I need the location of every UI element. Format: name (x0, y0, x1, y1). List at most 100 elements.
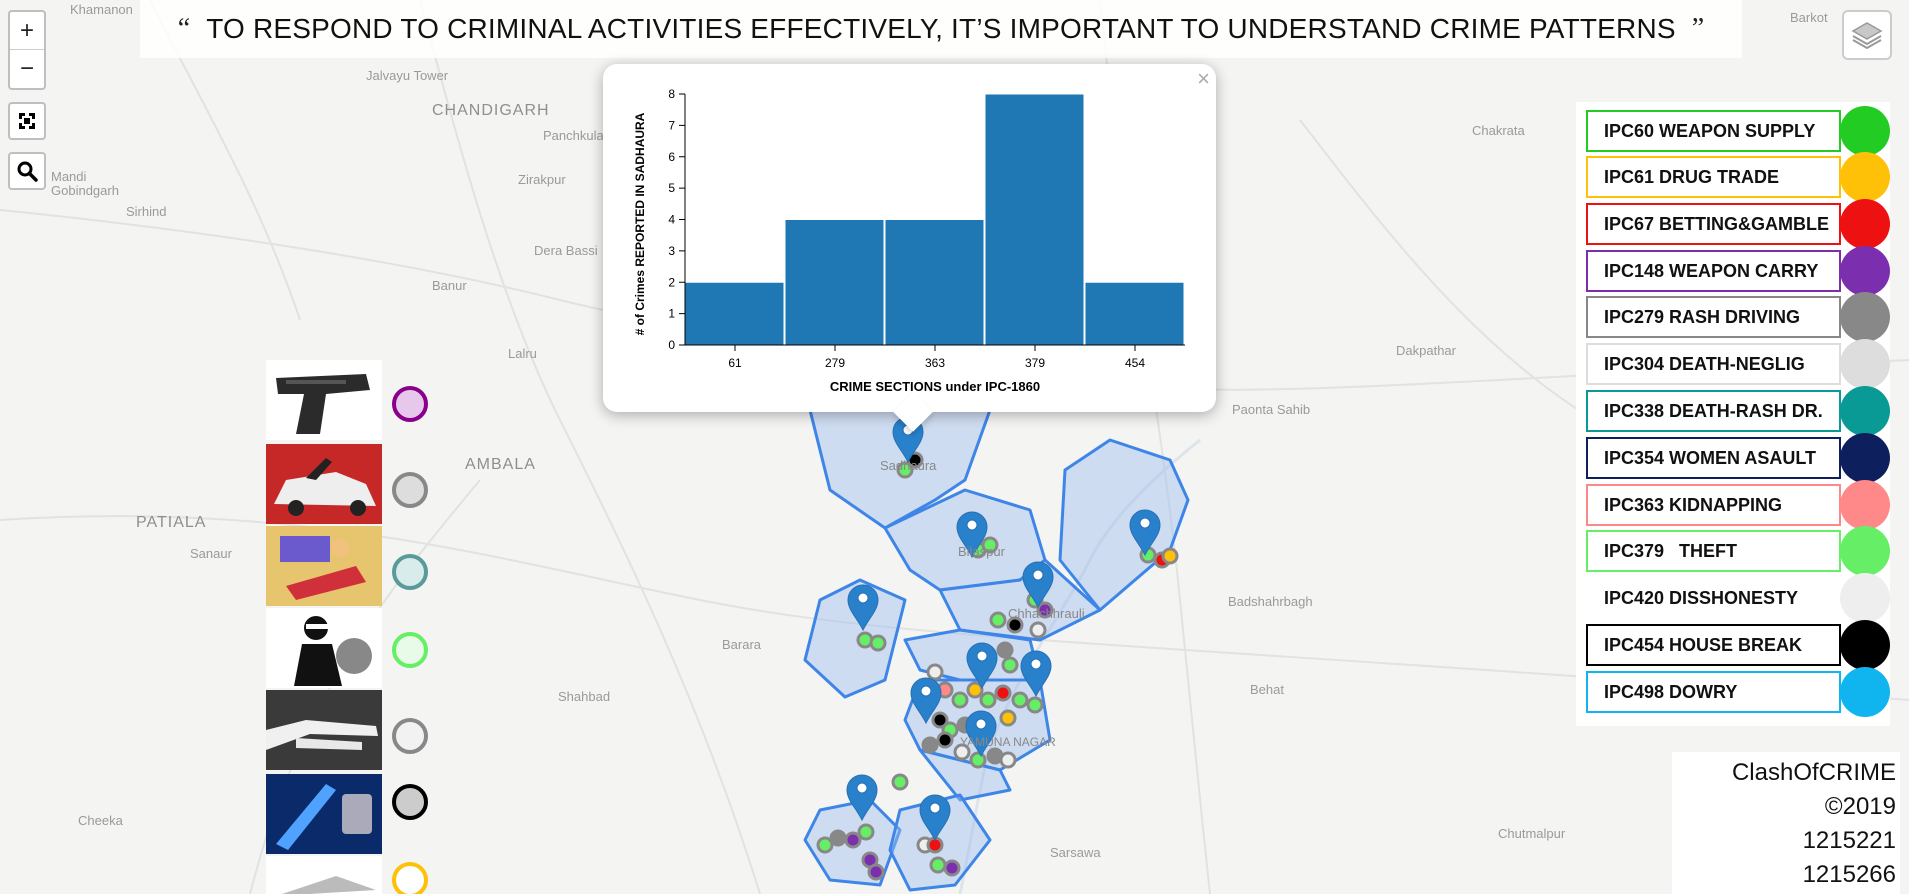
place-label: Dera Bassi (534, 243, 598, 258)
credits-id-2: 1215266 (1802, 861, 1896, 888)
place-label: Behat (1250, 682, 1284, 697)
place-label: Sanaur (190, 546, 232, 561)
accident-image (266, 526, 382, 606)
hand-image (266, 690, 382, 770)
legend-color-dot (1840, 433, 1890, 483)
y-axis-label: # of Crimes REPORTED IN SADHAURA (633, 112, 647, 335)
legend-label: IPC420 DISSHONESTY (1586, 577, 1841, 619)
place-label: Cheeka (78, 813, 123, 828)
y-tick-label: 3 (668, 244, 675, 258)
zoom-in-button[interactable]: + (10, 12, 44, 50)
crime-marker-ring[interactable] (392, 554, 428, 590)
zoom-control: + − (8, 10, 46, 90)
place-label: Barara (722, 637, 762, 652)
y-tick-label: 4 (668, 213, 675, 227)
legend-label: IPC363 KIDNAPPING (1586, 484, 1841, 526)
legend-color-dot (1840, 386, 1890, 436)
thief-image (266, 608, 382, 688)
crime-marker-ring[interactable] (392, 784, 428, 820)
legend-color-dot (1840, 526, 1890, 576)
place-label: Sarsawa (1050, 845, 1101, 860)
legend-label: IPC148 WEAPON CARRY (1586, 250, 1841, 292)
legend-label: IPC304 DEATH-NEGLIG (1586, 343, 1841, 385)
legend-label: IPC60 WEAPON SUPPLY (1586, 110, 1841, 152)
place-label: AMBALA (465, 456, 536, 473)
place-label: Chakrata (1472, 123, 1525, 138)
place-label: Panchkula (543, 128, 604, 143)
layers-icon (1851, 22, 1883, 50)
x-tick-label: 61 (728, 356, 742, 370)
y-tick-label: 6 (668, 150, 675, 164)
legend-color-dot (1840, 667, 1890, 717)
headline-banner: “ TO RESPOND TO CRIMINAL ACTIVITIES EFFE… (140, 0, 1742, 58)
legend-label: IPC454 HOUSE BREAK (1586, 624, 1841, 666)
x-tick-label: 454 (1125, 356, 1145, 370)
place-label: PATIALA (136, 514, 207, 531)
legend-label: IPC338 DEATH-RASH DR. (1586, 390, 1841, 432)
place-label: Sadhaura (880, 458, 937, 473)
place-label: Sirhind (126, 204, 167, 219)
legend-color-dot (1840, 620, 1890, 670)
histogram-bar (784, 219, 885, 346)
y-tick-label: 2 (668, 275, 675, 289)
place-label: Khamanon (70, 2, 133, 17)
y-tick-label: 8 (668, 87, 675, 101)
search-icon (17, 161, 38, 182)
legend-color-dot (1840, 152, 1890, 202)
legend-color-dot (1840, 339, 1890, 389)
x-tick-label: 363 (925, 356, 945, 370)
legend-color-dot (1840, 246, 1890, 296)
place-label: Zirakpur (518, 172, 566, 187)
place-label: Paonta Sahib (1232, 402, 1311, 417)
open-quote: “ (177, 13, 191, 44)
histogram-bar (684, 281, 785, 346)
credits-year: ©2019 (1824, 793, 1896, 820)
place-label: Bilaspur (958, 544, 1005, 559)
fullscreen-icon (19, 113, 35, 129)
search-button[interactable] (8, 152, 46, 190)
legend-label: IPC379 THEFT (1586, 530, 1841, 572)
legend-label: IPC61 DRUG TRADE (1586, 156, 1841, 198)
y-tick-label: 7 (668, 118, 675, 132)
place-label: CHANDIGARH (432, 102, 550, 119)
pistol-image (266, 360, 382, 440)
y-tick-label: 1 (668, 307, 675, 321)
legend-label: IPC354 WOMEN ASAULT (1586, 437, 1841, 479)
credits-app-name: ClashOfCRIME (1731, 759, 1896, 786)
legend-color-dot (1840, 480, 1890, 530)
crime-marker-ring[interactable] (392, 472, 428, 508)
car-crash-image (266, 444, 382, 524)
crime-marker-ring[interactable] (392, 862, 428, 894)
place-label: Barkot (1790, 10, 1828, 25)
place-label: YAMUNA NAGAR (960, 735, 1056, 749)
cash-drugs-image (266, 856, 382, 894)
place-label: Lalru (508, 346, 537, 361)
crime-histogram: 0 1 2 3 4 5 6 7 8 61 279 363 379 454 # of Crimes REP… (633, 87, 1185, 394)
fullscreen-button[interactable] (8, 102, 46, 140)
chart-popup: × 012345678 61 279 363 379 454 # of Crimes R… (603, 64, 1216, 432)
credits-box: ClashOfCRIME ©2019 1215221 1215266 (1672, 752, 1900, 894)
crime-marker-ring[interactable] (392, 718, 428, 754)
y-tick-label: 5 (668, 181, 675, 195)
place-label: Chutmalpur (1498, 826, 1566, 841)
lock-break-image (266, 774, 382, 854)
legend-label: IPC498 DOWRY (1586, 671, 1841, 713)
histogram-bar (984, 93, 1085, 346)
crime-marker-ring[interactable] (392, 632, 428, 668)
histogram-bar (884, 219, 985, 346)
legend-color-dot (1840, 199, 1890, 249)
credits-id-1: 1215221 (1802, 827, 1896, 854)
legend-color-dot (1840, 573, 1890, 623)
legend-label: IPC279 RASH DRIVING (1586, 296, 1841, 338)
place-label: Shahbad (558, 689, 611, 704)
legend-color-dot (1840, 106, 1890, 156)
place-label: Dakpathar (1396, 343, 1456, 358)
crime-marker-ring[interactable] (392, 386, 428, 422)
layers-button[interactable] (1842, 10, 1892, 60)
place-label: Badshahrbagh (1228, 594, 1313, 609)
zoom-out-button[interactable]: − (10, 50, 44, 88)
close-quote: ” (1691, 13, 1705, 44)
x-tick-label: 279 (825, 356, 845, 370)
headline-text: TO RESPOND TO CRIMINAL ACTIVITIES EFFECT… (206, 13, 1676, 44)
crime-legend: IPC60 WEAPON SUPPLY IPC61 DRUG TRADE IPC67… (1576, 102, 1890, 726)
